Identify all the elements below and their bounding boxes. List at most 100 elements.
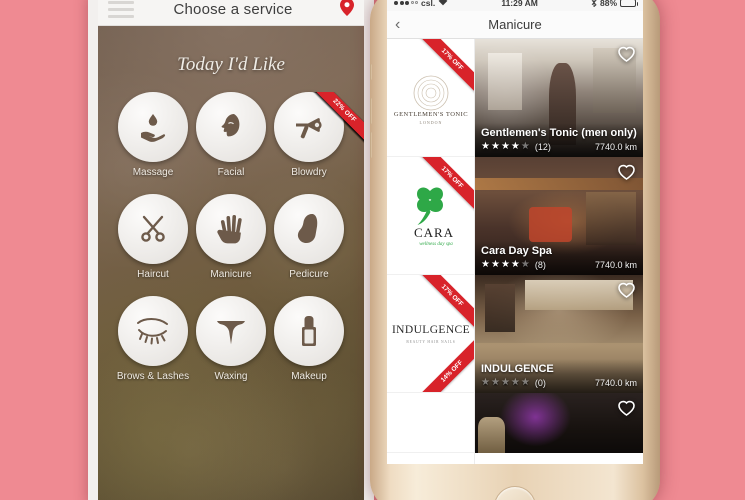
map-pin-icon[interactable] <box>332 0 354 21</box>
service-tile-makeup[interactable]: 22% OFF Makeup <box>270 92 364 382</box>
service-circle <box>274 92 344 162</box>
logo-cell[interactable]: GENTLEMEN'S TONIC LONDON 17% OFF <box>387 39 474 157</box>
logo-cell[interactable]: INDULGENCE BEAUTY HAIR NAILS 17% OFF 14%… <box>387 275 474 393</box>
home-button[interactable] <box>494 486 536 500</box>
star-icon: ★ <box>500 141 510 152</box>
service-circle <box>196 194 266 264</box>
service-tile-massage[interactable]: 30% OFF Massage <box>114 92 364 178</box>
massage-oil-hand-icon <box>141 114 166 142</box>
favorite-heart-icon[interactable] <box>618 46 635 67</box>
salon-card[interactable]: INDULGENCE ★ ★ ★ ★ ★ (0) 7740.0 km <box>475 275 643 393</box>
volume-down-button[interactable] <box>370 132 372 158</box>
battery-percent: 88% <box>599 0 617 8</box>
card-meta: ★ ★ ★ ★ ★ (8) 7740.0 km <box>481 259 637 271</box>
star-icon: ★ <box>520 377 530 388</box>
service-tile-haircut[interactable]: 17% OFF Haircut <box>114 92 364 280</box>
service-label: Waxing <box>214 371 248 382</box>
salon-name: Cara Day Spa <box>481 245 552 257</box>
star-icon: ★ <box>490 377 500 388</box>
chevron-left-icon[interactable]: ‹ <box>395 16 415 34</box>
service-circle <box>274 194 344 264</box>
mute-switch[interactable] <box>370 64 372 80</box>
salon-card[interactable]: Cara Day Spa ★ ★ ★ ★ ★ (8) 7740.0 km <box>475 157 643 275</box>
star-icon: ★ <box>510 141 520 152</box>
favorite-heart-icon[interactable] <box>618 164 635 185</box>
service-label: Makeup <box>291 371 327 382</box>
signal-dot <box>394 0 398 5</box>
left-app-topbar: Choose a service <box>98 0 364 26</box>
facial-face-icon <box>221 114 240 137</box>
today-heading: Today I'd Like <box>177 54 285 75</box>
left-phone-device: Choose a service Today I'd Like 30% OFF … <box>88 0 374 500</box>
right-page-title: Manicure <box>488 17 542 32</box>
volume-up-button[interactable] <box>370 98 372 124</box>
salon-card[interactable]: Gentlemen's Tonic (men only) ★ ★ ★ ★ ★ (… <box>475 39 643 157</box>
star-icon: ★ <box>481 141 490 152</box>
star-icon: ★ <box>490 259 500 270</box>
waxing-bikini-icon <box>217 321 245 345</box>
star-icon: ★ <box>520 259 530 270</box>
svg-text:CARA: CARA <box>413 225 453 240</box>
card-overlay: Cara Day Spa ★ ★ ★ ★ ★ (8) 7740.0 km <box>475 241 643 275</box>
service-tile-pedicure[interactable]: 30% OFF Pedicure <box>270 92 364 280</box>
service-tile-manicure[interactable]: 30% OFF Manicure <box>192 92 364 280</box>
battery-icon <box>620 0 638 7</box>
scissors-icon <box>141 215 165 242</box>
service-circle <box>274 296 344 366</box>
hamburger-line <box>108 8 134 11</box>
listing-area: GENTLEMEN'S TONIC LONDON 17% OFF CARA we… <box>387 39 643 464</box>
status-right-group: 88% <box>591 0 638 8</box>
service-circle <box>118 92 188 162</box>
service-label: Manicure <box>210 269 252 280</box>
card-overlay: Gentlemen's Tonic (men only) ★ ★ ★ ★ ★ (… <box>475 123 643 157</box>
carrier-name: csl. <box>421 0 436 8</box>
eye-lashes-icon <box>137 318 168 345</box>
logo-cell[interactable] <box>387 393 474 453</box>
salon-card[interactable] <box>475 393 643 453</box>
logo-cell[interactable]: CARA wellness day spa 17% OFF <box>387 157 474 275</box>
distance-label: 7740.0 km <box>594 378 637 388</box>
distance-label: 7740.0 km <box>594 142 637 152</box>
hamburger-menu-icon[interactable] <box>108 1 134 18</box>
service-tile-blowdry[interactable]: 24% OFF Blowdry <box>270 92 364 178</box>
discount-ribbon-text: 17% OFF <box>412 275 474 336</box>
star-rating: ★ ★ ★ ★ ★ (12) <box>481 141 551 153</box>
star-icon: ★ <box>500 259 510 270</box>
discount-ribbon: 17% OFF <box>412 39 474 101</box>
star-rating: ★ ★ ★ ★ ★ (0) <box>481 377 546 389</box>
favorite-heart-icon[interactable] <box>618 282 635 303</box>
service-tile-facial[interactable]: 30% OFF Facial <box>192 92 364 178</box>
service-tile-brows-lashes[interactable]: 35% OFF Brows & Lashes <box>114 92 364 382</box>
star-rating: ★ ★ ★ ★ ★ (8) <box>481 259 546 271</box>
signal-dot <box>399 0 404 5</box>
signal-dot <box>410 1 414 4</box>
cellular-signal-icon <box>394 0 418 5</box>
service-circle <box>118 194 188 264</box>
service-label: Massage <box>132 167 174 178</box>
card-overlay: INDULGENCE ★ ★ ★ ★ ★ (0) 7740.0 km <box>475 359 643 393</box>
signal-dot <box>405 0 409 5</box>
service-label: Facial <box>217 167 245 178</box>
service-circle <box>196 92 266 162</box>
service-grid: 30% OFF Massage 30% OFF Facial 24% OFF B… <box>98 92 364 382</box>
star-icon: ★ <box>490 141 500 152</box>
discount-ribbon: 14% OFF <box>412 330 474 392</box>
card-meta: ★ ★ ★ ★ ★ (12) 7740.0 km <box>481 141 637 153</box>
lipstick-icon <box>302 316 316 346</box>
rating-count: (12) <box>534 142 551 152</box>
service-label: Brows & Lashes <box>116 371 190 382</box>
distance-label: 7740.0 km <box>594 260 637 270</box>
hamburger-line <box>108 1 134 4</box>
star-icon: ★ <box>510 259 520 270</box>
service-tile-waxing[interactable]: 24% OFF Waxing <box>192 92 364 382</box>
discount-ribbon-text: 14% OFF <box>412 331 474 392</box>
salon-card-list: Gentlemen's Tonic (men only) ★ ★ ★ ★ ★ (… <box>475 39 643 464</box>
service-label: Haircut <box>137 269 169 280</box>
service-label: Blowdry <box>291 167 327 178</box>
discount-ribbon: 17% OFF <box>412 275 474 337</box>
service-circle <box>196 296 266 366</box>
hamburger-line <box>108 15 134 18</box>
favorite-heart-icon[interactable] <box>618 400 635 421</box>
status-time: 11:29 AM <box>501 0 538 8</box>
star-icon: ★ <box>500 377 510 388</box>
